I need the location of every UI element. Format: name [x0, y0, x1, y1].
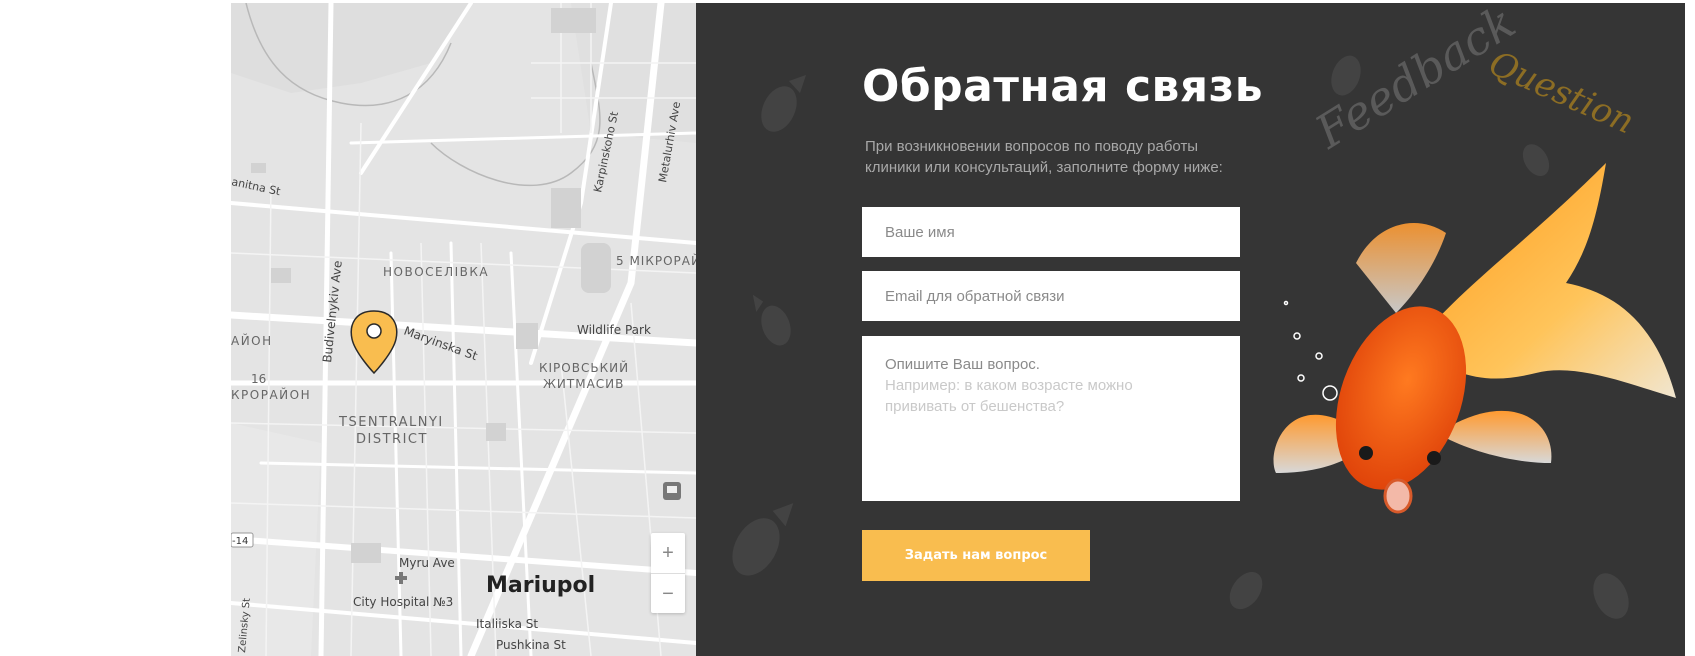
map-label-city-hospital: City Hospital №3 — [353, 595, 453, 609]
question-placeholder-line2: Например: в каком возрасте можно привива… — [885, 377, 1133, 415]
map-label-16: 16 — [251, 372, 266, 386]
goldfish-icon — [1273, 163, 1676, 514]
map-label-budivelnykiv: Budivelnykiv Ave — [320, 260, 345, 363]
map-label-mikroraion-left: КРОРАЙОН — [231, 387, 311, 402]
name-input[interactable] — [862, 207, 1240, 257]
background-fish-icon — [732, 503, 794, 576]
map[interactable]: НОВОСЕЛІВКА 5 МІКРОРАЙ Wildlife Park КІР… — [231, 3, 696, 656]
map-canvas: НОВОСЕЛІВКА 5 МІКРОРАЙ Wildlife Park КІР… — [231, 3, 696, 656]
zoom-in-button[interactable]: + — [651, 533, 685, 574]
map-label-tsentralnyi-1: TSENTRALNYI — [338, 415, 444, 430]
decor-question-text: Question — [1482, 43, 1640, 143]
map-label-road14: -14 — [232, 536, 248, 547]
form-description: При возникновении вопросов по поводу раб… — [865, 138, 1223, 176]
background-fish-icon — [752, 294, 791, 346]
background-fish-icon — [1229, 571, 1263, 610]
map-label-wildlife-park: Wildlife Park — [577, 323, 651, 337]
map-label-novoselivka: НОВОСЕЛІВКА — [383, 265, 489, 279]
map-label-mikroraion5: 5 МІКРОРАЙ — [616, 253, 696, 268]
background-fish-icon — [761, 75, 806, 132]
page-title: Обратная связь — [862, 61, 1264, 112]
map-label-italiiska: Italiiska St — [476, 617, 538, 631]
location-marker-icon[interactable] — [350, 310, 398, 375]
question-textarea[interactable]: Опишите Ваш вопрос. Например: в каком во… — [862, 336, 1240, 501]
email-input[interactable] — [862, 271, 1240, 321]
submit-question-button[interactable]: Задать нам вопрос — [862, 530, 1090, 581]
map-label-myru-ave: Myru Ave — [399, 556, 455, 570]
map-label-mariupol: Mariupol — [486, 573, 595, 598]
transit-icon — [663, 482, 681, 500]
map-label-raion-left: АЙОН — [231, 333, 273, 348]
zoom-out-button[interactable]: − — [651, 574, 685, 614]
road-shield: -14 — [231, 532, 254, 548]
map-label-granitna: anitna St — [231, 175, 282, 198]
question-placeholder-line1: Опишите Ваш вопрос. — [885, 356, 1040, 373]
feedback-panel: Обратная связь При возникновении вопросо… — [696, 3, 1685, 656]
background-fish-icon — [1593, 573, 1629, 619]
map-label-kirovskyi-2: ЖИТМАСИВ — [543, 377, 624, 391]
map-zoom-control: + − — [651, 533, 685, 613]
map-label-tsentralnyi-2: DISTRICT — [356, 432, 428, 447]
hospital-icon — [395, 572, 407, 584]
map-label-pushkina: Pushkina St — [496, 638, 566, 652]
map-label-kirovskyi-1: КІРОВСЬКИЙ — [539, 360, 629, 375]
